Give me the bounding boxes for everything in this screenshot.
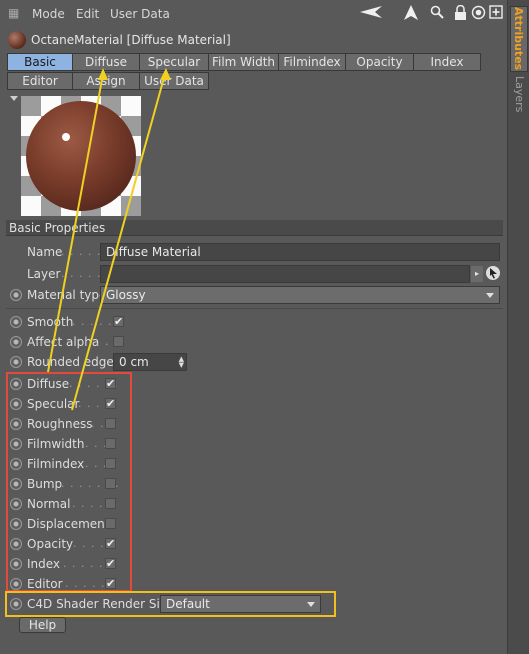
material-type-dropdown[interactable]: Glossy: [100, 286, 500, 304]
rounded-edges-label: Rounded edges: [27, 355, 121, 369]
lock-icon[interactable]: [452, 4, 468, 22]
back-arrow-icon[interactable]: [360, 5, 382, 22]
preview-collapse-icon[interactable]: [10, 96, 18, 101]
preview-sphere: [26, 101, 136, 211]
pick-cursor-icon[interactable]: [485, 265, 501, 281]
side-tab-layers[interactable]: Layers: [510, 74, 528, 114]
material-type-label: Material type: [27, 288, 107, 302]
chevron-down-icon: [486, 293, 494, 298]
cursor-icon[interactable]: [403, 5, 419, 22]
tab-row-2: Editor Assign User Data: [7, 72, 209, 90]
highlight-box-yellow: [5, 591, 336, 617]
layer-field[interactable]: [100, 265, 470, 283]
rounded-edges-anim-icon[interactable]: [10, 356, 22, 368]
section-basic-properties: Basic Properties: [6, 220, 503, 236]
search-icon[interactable]: [429, 5, 445, 22]
help-button[interactable]: Help: [19, 617, 66, 633]
tab-diffuse[interactable]: Diffuse: [72, 53, 140, 71]
material-type-anim-icon[interactable]: [10, 289, 22, 301]
row-affect-alpha: Affect alpha . .: [0, 333, 507, 351]
name-label: Name: [27, 245, 63, 259]
panel-grip-icon[interactable]: ▦: [8, 6, 22, 20]
tab-filmindex[interactable]: Filmindex: [278, 53, 346, 71]
tab-user-data[interactable]: User Data: [139, 72, 209, 90]
side-tab-attributes[interactable]: Attributes: [510, 6, 528, 72]
layer-arrow-icon[interactable]: ▸: [471, 266, 483, 282]
menu-user-data[interactable]: User Data: [110, 7, 170, 21]
material-type-value: Glossy: [106, 288, 146, 302]
highlight-box-red: [6, 372, 132, 592]
tab-basic[interactable]: Basic: [7, 53, 73, 71]
name-field[interactable]: Diffuse Material: [100, 243, 500, 261]
rounded-edges-value: 0 cm: [119, 355, 149, 369]
tab-film-width[interactable]: Film Width: [208, 53, 279, 71]
tab-specular[interactable]: Specular: [139, 53, 209, 71]
menubar: ▦ Mode Edit User Data: [0, 3, 507, 25]
affect-alpha-checkbox[interactable]: [113, 336, 124, 347]
tab-editor[interactable]: Editor: [7, 72, 73, 90]
tab-index[interactable]: Index: [413, 53, 481, 71]
object-title-row: OctaneMaterial [Diffuse Material]: [0, 30, 507, 50]
material-icon: [8, 31, 26, 49]
stepper-icon[interactable]: ▲ ▼: [179, 356, 184, 369]
rounded-edges-field[interactable]: 0 cm ▲ ▼: [113, 353, 187, 371]
material-preview: [21, 96, 141, 216]
layer-label: Layer: [27, 267, 61, 281]
row-layer: Layer . . . . . ▸: [0, 265, 507, 283]
smooth-anim-icon[interactable]: [10, 316, 22, 328]
smooth-checkbox[interactable]: ✔: [113, 316, 124, 327]
target-icon[interactable]: [470, 5, 486, 22]
tab-opacity[interactable]: Opacity: [345, 53, 414, 71]
row-smooth: Smooth . . . . . . ✔: [0, 313, 507, 331]
tab-row-1: Basic Diffuse Specular Film Width Filmin…: [7, 53, 481, 71]
attribute-manager-panel: ▦ Mode Edit User Data OctaneMaterial [Di…: [0, 0, 507, 654]
new-panel-icon[interactable]: [488, 5, 504, 22]
tab-assign[interactable]: Assign: [72, 72, 140, 90]
smooth-label: Smooth: [27, 315, 74, 329]
row-material-type: Material type Glossy: [0, 286, 507, 304]
menu-edit[interactable]: Edit: [76, 7, 99, 21]
divider: [6, 308, 503, 309]
affect-alpha-anim-icon[interactable]: [10, 336, 22, 348]
menu-mode[interactable]: Mode: [32, 7, 65, 21]
row-name: Name . . . . . Diffuse Material: [0, 243, 507, 261]
affect-alpha-label: Affect alpha: [27, 335, 100, 349]
side-tab-rail: Attributes Layers: [507, 0, 529, 654]
object-title: OctaneMaterial [Diffuse Material]: [31, 33, 231, 47]
row-rounded-edges: Rounded edges 0 cm ▲ ▼: [0, 353, 507, 371]
